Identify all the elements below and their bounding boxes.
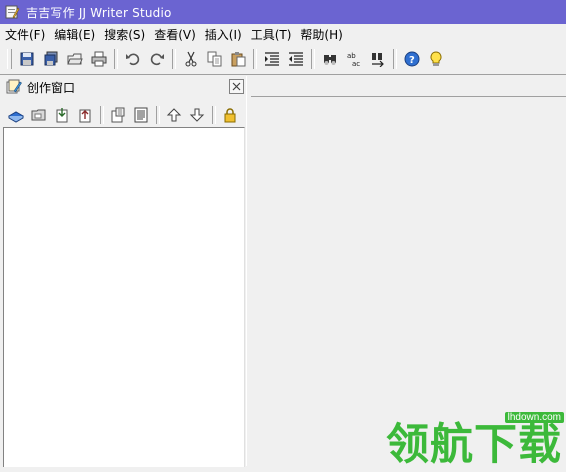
undo-button[interactable] (122, 48, 144, 70)
app-icon (5, 5, 20, 19)
panel-toolbar (5, 103, 245, 127)
book-icon (8, 111, 24, 123)
cut-button[interactable] (180, 48, 202, 70)
title-bar: 吉吉写作 JJ Writer Studio (0, 0, 566, 24)
toolbar-separator (253, 49, 258, 69)
editor-area[interactable] (251, 76, 566, 466)
panel-toolbar-separator (212, 106, 216, 124)
new-folder-button[interactable] (28, 104, 50, 126)
menu-search[interactable]: 搜索(S) (99, 26, 149, 43)
tip-button[interactable] (425, 48, 447, 70)
print-button[interactable] (88, 48, 110, 70)
properties-button[interactable] (107, 104, 129, 126)
panel-close-button[interactable] (229, 79, 244, 94)
document-tree[interactable] (3, 127, 245, 467)
import-button[interactable] (51, 104, 73, 126)
toolbar-separator (311, 49, 316, 69)
toolbar-grip[interactable] (7, 49, 12, 69)
find-icon (324, 55, 337, 65)
find-next-button[interactable] (367, 48, 389, 70)
open-icon (67, 53, 83, 65)
outdent-button[interactable] (285, 48, 307, 70)
panel-title: 创作窗口 (27, 80, 76, 95)
replace-icon: abac (347, 52, 360, 67)
paste-icon (231, 52, 246, 67)
replace-button[interactable]: ab ac (343, 48, 365, 70)
svg-text:ab: ab (347, 52, 356, 60)
save-button[interactable] (16, 48, 38, 70)
panel-toolbar-separator (156, 106, 160, 124)
menu-bar: 文件(F) 编辑(E) 搜索(S) 查看(V) 插入(I) 工具(T) 帮助(H) (0, 25, 566, 44)
redo-button[interactable] (146, 48, 168, 70)
redo-icon (150, 53, 164, 66)
new-folder-icon (31, 109, 46, 121)
move-down-icon (189, 108, 205, 122)
menu-insert[interactable]: 插入(I) (200, 26, 246, 43)
outdent-icon (289, 52, 304, 66)
export-icon (79, 109, 91, 123)
print-icon (91, 51, 107, 67)
find-button[interactable] (319, 48, 341, 70)
svg-text:ac: ac (352, 60, 360, 67)
svg-text:?: ? (409, 55, 415, 66)
document-button[interactable] (130, 104, 152, 126)
window-title: 吉吉写作 JJ Writer Studio (26, 5, 172, 20)
menu-tools[interactable]: 工具(T) (246, 26, 296, 43)
move-up-button[interactable] (163, 104, 185, 126)
toolbar-separator (393, 49, 398, 69)
panel-header: 创作窗口 (0, 76, 248, 98)
toolbar-divider (0, 74, 566, 75)
editor-divider (251, 96, 566, 97)
lock-button[interactable] (219, 104, 241, 126)
export-button[interactable] (74, 104, 96, 126)
watermark-url: lhdown.com (504, 412, 564, 423)
save-all-button[interactable] (40, 48, 62, 70)
paste-button[interactable] (227, 48, 249, 70)
move-up-icon (166, 108, 182, 122)
menu-file[interactable]: 文件(F) (0, 26, 49, 43)
book-button[interactable] (5, 104, 27, 126)
copy-icon (207, 51, 222, 67)
watermark: 领航下载 lhdown.com (386, 412, 566, 470)
cut-icon (185, 51, 197, 67)
toolbar-separator (113, 49, 118, 69)
panel-toolbar-separator (100, 106, 104, 124)
undo-icon (125, 53, 139, 66)
close-icon (232, 82, 241, 91)
writing-window-icon (6, 79, 22, 94)
help-button[interactable]: ? (401, 48, 423, 70)
lock-icon (224, 108, 236, 123)
indent-button[interactable] (261, 48, 283, 70)
main-toolbar: ab ac? (3, 46, 449, 72)
copy-button[interactable] (204, 48, 226, 70)
open-button[interactable] (64, 48, 86, 70)
save-icon (20, 52, 34, 66)
move-down-button[interactable] (186, 104, 208, 126)
document-icon (134, 107, 148, 123)
help-icon: ? (404, 51, 420, 67)
save-all-icon (44, 51, 58, 66)
find-next-icon (372, 53, 384, 67)
toolbar-separator (171, 49, 176, 69)
indent-icon (265, 52, 280, 66)
menu-help[interactable]: 帮助(H) (295, 26, 346, 43)
import-icon (56, 108, 68, 123)
tip-icon (430, 51, 442, 66)
properties-icon (111, 107, 125, 123)
menu-view[interactable]: 查看(V) (149, 26, 200, 43)
menu-edit[interactable]: 编辑(E) (49, 26, 99, 43)
